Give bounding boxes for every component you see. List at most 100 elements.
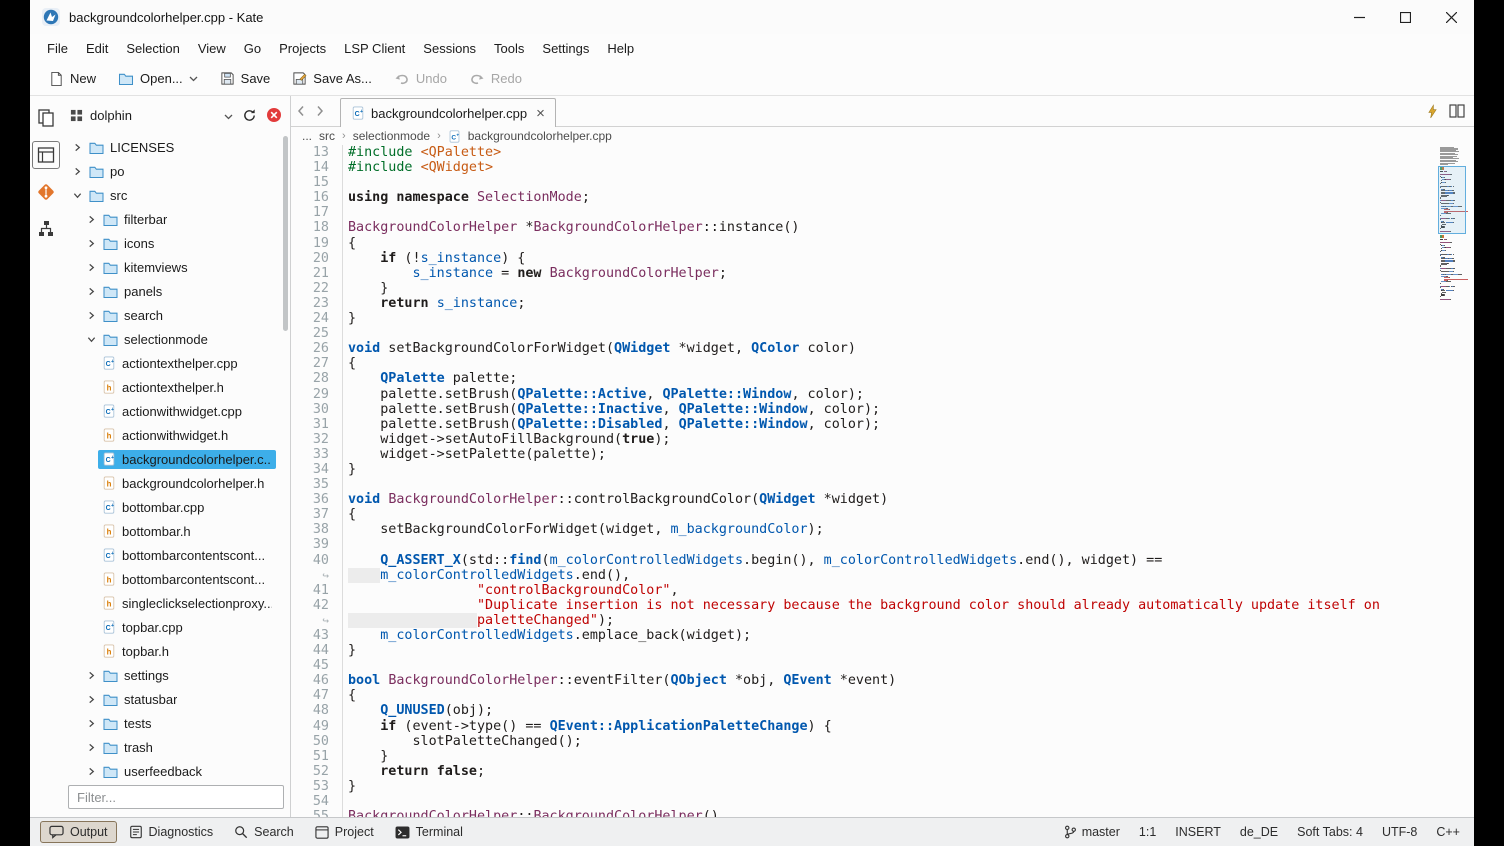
code-line[interactable]: palette.setBrush(QPalette::Disabled, QPa… xyxy=(348,417,1474,432)
tree-item-panels[interactable]: panels xyxy=(62,279,290,303)
highlight-mode[interactable]: C++ xyxy=(1436,825,1460,839)
tree-item-topbar-cpp[interactable]: C+topbar.cpp xyxy=(62,615,290,639)
git-icon[interactable] xyxy=(32,178,60,206)
tree-item-bottombar-h[interactable]: hbottombar.h xyxy=(62,519,290,543)
code-line[interactable]: } xyxy=(348,643,1474,658)
tree-item-bottombar-cpp[interactable]: C+bottombar.cpp xyxy=(62,495,290,519)
tab-backgroundcolorhelper-cpp[interactable]: C+ backgroundcolorhelper.cpp × xyxy=(340,98,556,127)
tree-scrollbar[interactable] xyxy=(283,136,288,331)
expander-icon[interactable] xyxy=(84,740,99,755)
expander-icon[interactable] xyxy=(84,668,99,683)
menu-item-lsp-client[interactable]: LSP Client xyxy=(335,37,414,60)
reload-project-button[interactable] xyxy=(242,108,257,123)
tree-item-bottombarcontentscont[interactable]: C+bottombarcontentscont... xyxy=(62,543,290,567)
code-line[interactable] xyxy=(348,326,1474,341)
code-view[interactable]: 1314151617181920212223242526272829303132… xyxy=(291,145,1474,817)
cursor-position[interactable]: 1:1 xyxy=(1139,825,1156,839)
tree-item-bottombarcontentscont[interactable]: hbottombarcontentscont... xyxy=(62,567,290,591)
expander-icon[interactable] xyxy=(84,260,99,275)
tree-item-backgroundcolorhelper-c[interactable]: C+backgroundcolorhelper.c... xyxy=(62,447,290,471)
breadcrumb-file[interactable]: backgroundcolorhelper.cpp xyxy=(468,129,612,143)
tree-item-po[interactable]: po xyxy=(62,159,290,183)
code-line[interactable]: setBackgroundColorForWidget(widget, m_ba… xyxy=(348,522,1474,537)
code-line[interactable]: #include <QWidget> xyxy=(348,160,1474,175)
tree-item-topbar-h[interactable]: htopbar.h xyxy=(62,639,290,663)
tree-item-settings[interactable]: settings xyxy=(62,663,290,687)
code-line[interactable]: } xyxy=(348,281,1474,296)
code-line[interactable]: paletteChanged"); xyxy=(348,613,1474,628)
history-forward-button[interactable] xyxy=(310,96,329,126)
tab-close-icon[interactable]: × xyxy=(536,106,545,121)
breadcrumb-overflow[interactable]: ... xyxy=(302,129,312,143)
tree-item-singleclickselectionproxy[interactable]: hsingleclickselectionproxy... xyxy=(62,591,290,615)
expander-icon[interactable] xyxy=(70,164,85,179)
tree-item-userfeedback[interactable]: userfeedback xyxy=(62,759,290,781)
code-line[interactable]: Q_UNUSED(obj); xyxy=(348,703,1474,718)
open-button[interactable]: Open... xyxy=(109,66,207,91)
expander-icon[interactable] xyxy=(84,212,99,227)
menu-item-settings[interactable]: Settings xyxy=(533,37,598,60)
menu-item-edit[interactable]: Edit xyxy=(77,37,117,60)
tree-item-filterbar[interactable]: filterbar xyxy=(62,207,290,231)
menu-item-projects[interactable]: Projects xyxy=(270,37,335,60)
code-line[interactable]: slotPaletteChanged(); xyxy=(348,734,1474,749)
project-selector[interactable]: dolphin xyxy=(70,108,233,123)
code-line[interactable]: { xyxy=(348,236,1474,251)
close-button[interactable] xyxy=(1428,0,1474,34)
expander-icon[interactable] xyxy=(84,308,99,323)
code-line[interactable]: void BackgroundColorHelper::controlBackg… xyxy=(348,492,1474,507)
undo-button[interactable]: Undo xyxy=(385,66,456,91)
code-line[interactable]: return s_instance; xyxy=(348,296,1474,311)
code-line[interactable]: BackgroundColorHelper *BackgroundColorHe… xyxy=(348,220,1474,235)
output-panel-button[interactable]: Output xyxy=(40,821,117,843)
tree-item-trash[interactable]: trash xyxy=(62,735,290,759)
code-line[interactable]: m_colorControlledWidgets.end(), xyxy=(348,568,1474,583)
menu-item-tools[interactable]: Tools xyxy=(485,37,533,60)
code-line[interactable]: if (!s_instance) { xyxy=(348,251,1474,266)
open-dropdown-chevron-icon[interactable] xyxy=(189,76,198,82)
code-line[interactable]: BackgroundColorHelper::BackgroundColorHe… xyxy=(348,809,1474,817)
menu-item-help[interactable]: Help xyxy=(598,37,643,60)
code-line[interactable] xyxy=(348,175,1474,190)
code-line[interactable]: if (event->type() == QEvent::Application… xyxy=(348,719,1474,734)
code-line[interactable]: } xyxy=(348,779,1474,794)
expander-icon[interactable] xyxy=(70,140,85,155)
chevron-down-icon[interactable] xyxy=(224,108,233,123)
code-line[interactable]: bool BackgroundColorHelper::eventFilter(… xyxy=(348,673,1474,688)
input-mode[interactable]: INSERT xyxy=(1175,825,1221,839)
code-line[interactable]: { xyxy=(348,507,1474,522)
expander-icon[interactable] xyxy=(84,332,99,347)
code-line[interactable]: } xyxy=(348,311,1474,326)
code-line[interactable]: palette.setBrush(QPalette::Inactive, QPa… xyxy=(348,402,1474,417)
code-line[interactable]: } xyxy=(348,462,1474,477)
menu-item-file[interactable]: File xyxy=(38,37,77,60)
code-line[interactable] xyxy=(348,537,1474,552)
search-panel-button[interactable]: Search xyxy=(225,821,303,843)
save-as-button[interactable]: Save As... xyxy=(283,66,381,91)
tree-item-actionwithwidget-cpp[interactable]: C+actionwithwidget.cpp xyxy=(62,399,290,423)
tree-item-kitemviews[interactable]: kitemviews xyxy=(62,255,290,279)
expander-icon[interactable] xyxy=(84,236,99,251)
expander-icon[interactable] xyxy=(70,188,85,203)
redo-button[interactable]: Redo xyxy=(460,66,531,91)
code-line[interactable]: widget->setPalette(palette); xyxy=(348,447,1474,462)
code-line[interactable]: #include <QPalette> xyxy=(348,145,1474,160)
save-button[interactable]: Save xyxy=(211,66,280,91)
breadcrumb-selectionmode[interactable]: selectionmode xyxy=(353,129,430,143)
code-line[interactable]: { xyxy=(348,688,1474,703)
code-area[interactable]: #include <QPalette>#include <QWidget> usi… xyxy=(343,145,1474,817)
split-view-icon[interactable] xyxy=(1449,104,1465,118)
tree-item-licenses[interactable]: LICENSES xyxy=(62,135,290,159)
encoding[interactable]: UTF-8 xyxy=(1382,825,1417,839)
expander-icon[interactable] xyxy=(84,716,99,731)
code-line[interactable]: return false; xyxy=(348,764,1474,779)
code-line[interactable]: "controlBackgroundColor", xyxy=(348,583,1474,598)
menu-item-sessions[interactable]: Sessions xyxy=(414,37,485,60)
code-line[interactable]: using namespace SelectionMode; xyxy=(348,190,1474,205)
tree-item-search[interactable]: search xyxy=(62,303,290,327)
tree-item-backgroundcolorhelper-h[interactable]: hbackgroundcolorhelper.h xyxy=(62,471,290,495)
expander-icon[interactable] xyxy=(84,692,99,707)
code-line[interactable] xyxy=(348,205,1474,220)
code-line[interactable]: s_instance = new BackgroundColorHelper; xyxy=(348,266,1474,281)
menu-item-view[interactable]: View xyxy=(189,37,235,60)
